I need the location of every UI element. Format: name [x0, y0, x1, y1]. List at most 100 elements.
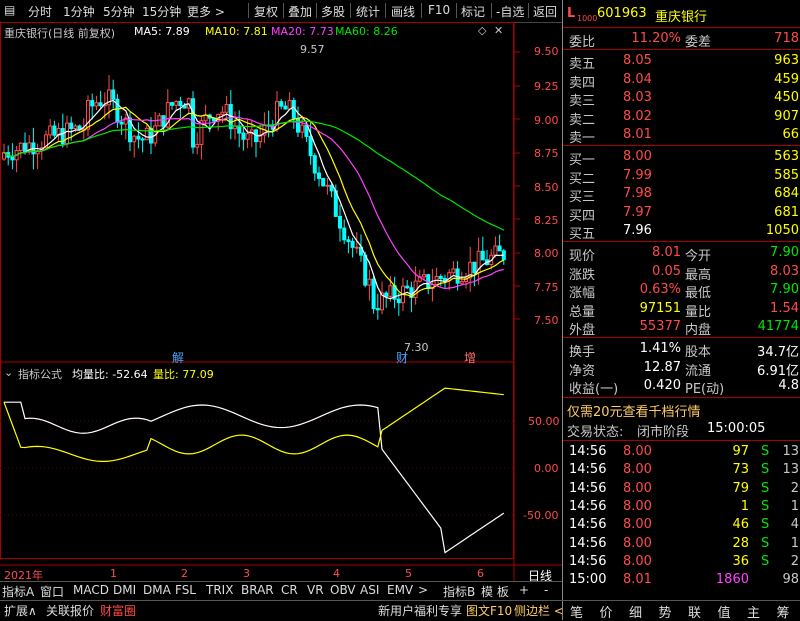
expand-button[interactable]: 扩展∧: [4, 602, 37, 619]
fin-label: 流通: [685, 363, 712, 379]
ask-row[interactable]: 卖三 8.03 450: [567, 89, 799, 110]
overlay-button[interactable]: 叠加: [288, 3, 312, 20]
indicator-tab[interactable]: +: [519, 583, 529, 597]
f10-button[interactable]: F10: [428, 3, 450, 17]
trade-time: 15:00: [569, 572, 607, 588]
candle-body: [317, 172, 321, 179]
draw-line-button[interactable]: 画线: [391, 3, 415, 20]
trade-count: 2: [790, 553, 799, 569]
tab-15min[interactable]: 15分钟: [142, 3, 181, 20]
tab-1min[interactable]: 1分钟: [63, 3, 95, 20]
ask-row[interactable]: 卖二 8.02 907: [567, 108, 799, 128]
sub-chart-toggle-icon[interactable]: ⌄: [4, 366, 13, 379]
period-icon[interactable]: ▤: [4, 3, 15, 17]
multi-stock-button[interactable]: 多股: [321, 3, 345, 20]
ask-row[interactable]: 卖四 8.04 459: [567, 71, 799, 91]
trade-count: 1: [790, 535, 799, 551]
indicator-tab[interactable]: ASI: [360, 583, 379, 597]
trade-direction: S: [761, 480, 770, 496]
ask-label: 卖三: [569, 94, 596, 110]
indicator-tab[interactable]: 窗口: [40, 583, 64, 600]
panel-tab[interactable]: 价: [600, 602, 613, 621]
tab-more[interactable]: 更多 >: [187, 3, 225, 20]
ask-row[interactable]: 卖五 8.05 963: [567, 52, 799, 72]
bid-row[interactable]: 买五 7.96 1050: [567, 222, 799, 242]
bid-price: 7.96: [623, 223, 652, 239]
candle-body: [388, 285, 393, 297]
f10-graphic-tab[interactable]: 图文F10: [466, 602, 512, 619]
ask-row[interactable]: 卖一 8.01 66: [567, 126, 799, 146]
panel-tabs: 笔价细势联值主筹: [562, 600, 800, 621]
trade-time: 14:56: [569, 480, 607, 496]
tab-intraday[interactable]: 分时: [28, 3, 52, 20]
bid-volume: 684: [774, 186, 799, 202]
candle-body: [342, 227, 347, 241]
tab-5min[interactable]: 5分钟: [103, 3, 135, 20]
trade-volume: 46: [732, 517, 749, 533]
new-user-benefit-link[interactable]: 新用户福利专享: [378, 602, 462, 619]
related-quotes-tab[interactable]: 关联报价: [46, 602, 94, 619]
trade-count: 13: [782, 444, 799, 459]
indicator-tab[interactable]: CR: [281, 583, 298, 597]
y-tick: 8.00: [534, 247, 559, 260]
kline-chart[interactable]: [0, 22, 562, 581]
bid-row[interactable]: 买四 7.97 681: [567, 204, 799, 224]
indicator-tab[interactable]: >: [418, 583, 428, 597]
panel-tab[interactable]: 筹: [777, 602, 790, 621]
indicator-tab[interactable]: DMA: [143, 583, 171, 597]
marker-finance[interactable]: 财: [396, 349, 408, 366]
candle-body: [296, 117, 300, 133]
mark-button[interactable]: 标记: [461, 3, 485, 20]
indicator-tab[interactable]: 指标A: [2, 583, 34, 600]
panel-tab[interactable]: 细: [629, 602, 642, 621]
candle-body: [18, 142, 23, 152]
candle-body: [422, 274, 426, 278]
remove-watchlist-button[interactable]: -自选: [496, 3, 524, 20]
adjust-button[interactable]: 复权: [254, 3, 278, 20]
stat-row: 现价 8.01 今开 7.90: [567, 244, 799, 264]
bid-row[interactable]: 买二 7.99 585: [567, 167, 799, 187]
bid-row[interactable]: 买一 8.00 563: [567, 148, 799, 168]
indicator-tab[interactable]: TRIX: [206, 583, 233, 597]
stat-value: 8.01: [652, 245, 681, 260]
y-tick: -50.00: [523, 509, 559, 522]
financial-row: 换手 1.41% 股本 34.7亿: [567, 340, 799, 360]
indicator-tab[interactable]: MACD: [73, 583, 109, 597]
ask-label: 卖二: [569, 112, 596, 128]
panel-tab[interactable]: 联: [688, 602, 701, 621]
diamond-icon[interactable]: ◇: [478, 24, 486, 37]
indicator-tab[interactable]: 模 板: [481, 583, 509, 600]
indicator-tab[interactable]: OBV: [330, 583, 356, 597]
panel-tab[interactable]: 值: [718, 602, 731, 621]
stat-row: 涨幅 0.63% 最低 7.90: [567, 281, 799, 301]
candle-body: [346, 239, 351, 243]
trade-volume: 79: [732, 480, 749, 496]
back-button[interactable]: 返回: [533, 3, 557, 20]
trade-price: 8.00: [623, 553, 652, 569]
panel-tab[interactable]: 主: [747, 602, 760, 621]
bid-row[interactable]: 买三 7.98 684: [567, 185, 799, 205]
stats-button[interactable]: 统计: [356, 3, 380, 20]
marker-increase[interactable]: 增: [464, 349, 476, 366]
indicator-tab[interactable]: DMI: [113, 583, 136, 597]
marker-unlock[interactable]: 解: [172, 349, 184, 366]
bid-price: 7.98: [623, 186, 652, 202]
panel-tab[interactable]: 笔: [570, 602, 583, 621]
trade-direction: S: [761, 553, 770, 569]
wealth-circle-tab[interactable]: 财富圈: [100, 602, 136, 619]
ma20-label: MA20: 7.73: [271, 25, 334, 38]
stat-label: 最高: [685, 267, 712, 283]
indicator-tab[interactable]: 指标B: [443, 583, 475, 600]
sidebar-toggle[interactable]: 侧边栏 <: [514, 602, 564, 619]
indicator-tab[interactable]: VR: [307, 583, 324, 597]
indicator-tab[interactable]: BRAR: [241, 583, 274, 597]
indicator-tab[interactable]: -: [544, 583, 548, 597]
indicator-tab[interactable]: EMV: [387, 583, 413, 597]
indicator-tab[interactable]: FSL: [175, 583, 196, 597]
candle-body: [279, 101, 284, 107]
close-icon[interactable]: ✕: [494, 24, 503, 37]
candle-body: [119, 121, 124, 125]
panel-tab[interactable]: 势: [659, 602, 672, 621]
chart-title: 重庆银行(日线 前复权): [4, 27, 116, 40]
promo-link[interactable]: 仅需20元查看千档行情: [567, 401, 701, 420]
